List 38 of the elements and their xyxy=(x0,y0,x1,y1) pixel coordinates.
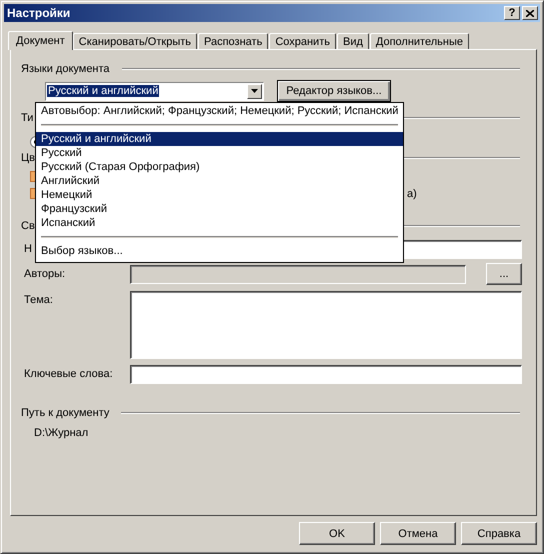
field-label: Авторы: xyxy=(24,267,66,280)
path-value: D:\Журнал xyxy=(34,427,90,440)
list-item[interactable]: Испанский xyxy=(36,216,403,230)
list-item[interactable]: Русский (Старая Орфография) xyxy=(36,160,403,174)
section-heading: Путь к документу xyxy=(21,406,110,418)
input-field[interactable] xyxy=(130,365,522,384)
text-area[interactable] xyxy=(130,291,522,359)
language-editor-button[interactable]: Редактор языков... xyxy=(277,80,391,102)
section-heading: Св xyxy=(21,220,35,232)
tab[interactable]: Документ xyxy=(8,31,73,50)
section-heading: Ти xyxy=(21,112,34,124)
section-heading: Языки документа xyxy=(21,62,110,74)
tab[interactable]: Вид xyxy=(336,33,369,49)
dropdown-arrow-icon xyxy=(251,89,258,93)
dialog-button[interactable]: Отмена xyxy=(380,522,456,545)
field-label: Тема: xyxy=(24,293,53,306)
tab[interactable]: Сохранить xyxy=(269,33,336,49)
list-item[interactable]: Английский xyxy=(36,174,403,188)
help-button[interactable]: ? xyxy=(504,6,520,20)
dialog-button[interactable]: Справка xyxy=(461,522,537,545)
option-label: а) xyxy=(407,188,417,200)
list-item[interactable]: Русский и английский xyxy=(36,132,403,146)
list-item[interactable]: Немецкий xyxy=(36,188,403,202)
close-button[interactable] xyxy=(522,6,538,20)
list-item[interactable]: Автовыбор: Английский; Французский; Немецкий; Русский; Испанский xyxy=(36,104,403,118)
section-heading: Цв xyxy=(21,152,35,164)
language-dropdown[interactable]: Русский и английский xyxy=(45,82,264,100)
close-icon xyxy=(526,10,534,16)
tab[interactable]: Сканировать/Открыть xyxy=(72,33,197,49)
list-item[interactable]: Французский xyxy=(36,202,403,216)
field-label: Ключевые слова: xyxy=(24,367,113,380)
list-item[interactable]: Русский xyxy=(36,146,403,160)
tab[interactable]: Дополнительные xyxy=(370,33,469,49)
list-item[interactable]: Выбор языков... xyxy=(36,244,403,258)
tab[interactable]: Распознать xyxy=(198,33,268,49)
dialog-button[interactable]: OK xyxy=(299,522,375,545)
window-title: Настройки xyxy=(7,6,72,20)
field-label: Н xyxy=(24,242,32,255)
